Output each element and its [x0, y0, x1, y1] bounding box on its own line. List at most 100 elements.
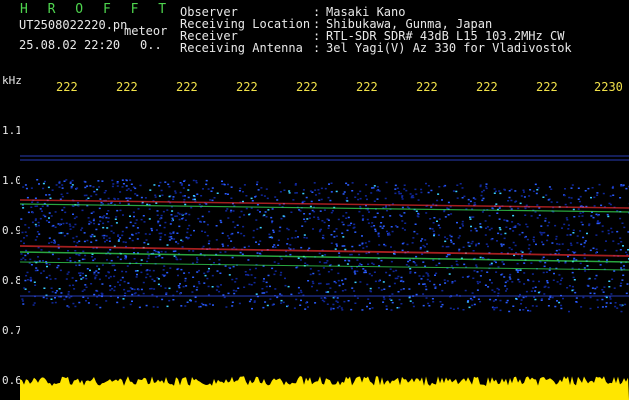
noise-pixel	[406, 243, 409, 246]
noise-pixel	[238, 216, 241, 218]
noise-pixel	[467, 198, 470, 201]
noise-pixel	[48, 263, 51, 266]
noise-pixel	[330, 182, 333, 184]
noise-pixel	[103, 215, 106, 217]
noise-pixel	[434, 286, 437, 288]
noise-pixel	[366, 283, 369, 286]
noise-pixel	[74, 223, 77, 226]
noise-pixel	[124, 258, 127, 260]
noise-pixel	[87, 197, 90, 199]
noise-pixel	[324, 297, 327, 300]
noise-pixel	[479, 281, 481, 283]
noise-pixel	[160, 189, 163, 192]
noise-pixel	[345, 182, 348, 185]
noise-pixel	[593, 292, 596, 295]
noise-pixel	[50, 241, 53, 243]
noise-pixel	[242, 191, 244, 193]
noise-pixel	[558, 243, 561, 246]
noise-pixel	[364, 269, 367, 272]
noise-pixel	[385, 271, 388, 274]
noise-pixel	[263, 278, 265, 280]
noise-pixel	[413, 230, 416, 233]
noise-pixel	[208, 258, 211, 261]
noise-pixel	[134, 222, 137, 224]
noise-pixel	[551, 296, 554, 299]
noise-pixel	[111, 185, 114, 188]
noise-pixel	[474, 198, 477, 200]
noise-pixel	[401, 249, 404, 252]
noise-pixel	[354, 281, 357, 284]
noise-pixel	[341, 309, 344, 311]
noise-pixel	[619, 285, 622, 287]
noise-pixel	[547, 305, 550, 307]
noise-pixel	[583, 257, 586, 259]
noise-pixel	[565, 217, 568, 219]
noise-pixel	[297, 257, 300, 259]
noise-pixel	[405, 189, 408, 192]
noise-pixel	[135, 219, 138, 221]
noise-pixel	[42, 296, 45, 299]
noise-pixel	[218, 259, 221, 261]
noise-pixel	[166, 209, 169, 211]
noise-pixel	[626, 283, 629, 285]
noise-pixel	[336, 301, 339, 303]
noise-pixel	[514, 190, 517, 192]
noise-pixel	[353, 223, 356, 226]
noise-pixel	[415, 293, 418, 296]
noise-pixel	[616, 230, 619, 233]
noise-pixel	[525, 306, 527, 309]
noise-pixel	[34, 219, 37, 222]
noise-pixel	[164, 251, 167, 253]
noise-pixel	[335, 228, 338, 230]
noise-pixel	[294, 236, 297, 239]
noise-pixel	[520, 257, 523, 260]
noise-pixel	[545, 271, 548, 273]
noise-pixel	[302, 189, 305, 191]
noise-pixel	[321, 220, 324, 222]
noise-pixel	[342, 236, 345, 238]
noise-pixel	[521, 255, 524, 257]
noise-pixel	[25, 249, 28, 252]
noise-pixel	[101, 264, 104, 266]
noise-pixel	[542, 196, 545, 198]
noise-pixel	[333, 280, 336, 283]
noise-pixel	[114, 218, 117, 220]
noise-pixel	[86, 185, 89, 187]
noise-pixel	[146, 260, 149, 263]
noise-pixel	[170, 237, 173, 240]
noise-pixel	[182, 187, 185, 189]
noise-pixel	[191, 291, 194, 293]
noise-pixel	[359, 190, 362, 193]
noise-pixel	[135, 232, 138, 235]
noise-pixel	[45, 219, 48, 222]
noise-pixel	[575, 297, 578, 299]
noise-pixel	[350, 308, 353, 311]
noise-pixel	[172, 299, 175, 301]
noise-pixel	[607, 215, 610, 218]
noise-pixel	[131, 300, 133, 302]
noise-pixel	[26, 279, 29, 281]
noise-pixel	[470, 242, 473, 245]
noise-pixel	[510, 199, 513, 202]
noise-pixel	[569, 202, 572, 204]
noise-pixel	[370, 192, 373, 194]
noise-pixel	[175, 241, 178, 243]
noise-pixel	[317, 218, 320, 220]
noise-pixel	[267, 209, 270, 211]
noise-pixel	[181, 218, 184, 220]
noise-pixel	[479, 226, 482, 228]
noise-pixel	[196, 259, 199, 261]
noise-pixel	[503, 276, 506, 278]
noise-pixel	[73, 217, 76, 220]
noise-pixel	[28, 291, 31, 293]
noise-pixel	[148, 208, 151, 210]
noise-pixel	[121, 186, 124, 188]
noise-pixel	[403, 184, 406, 186]
noise-pixel	[374, 228, 377, 231]
noise-pixel	[484, 234, 487, 236]
noise-pixel	[334, 291, 337, 293]
noise-pixel	[164, 234, 167, 236]
noise-pixel	[74, 305, 77, 308]
noise-pixel	[532, 280, 535, 283]
noise-pixel	[463, 263, 466, 266]
